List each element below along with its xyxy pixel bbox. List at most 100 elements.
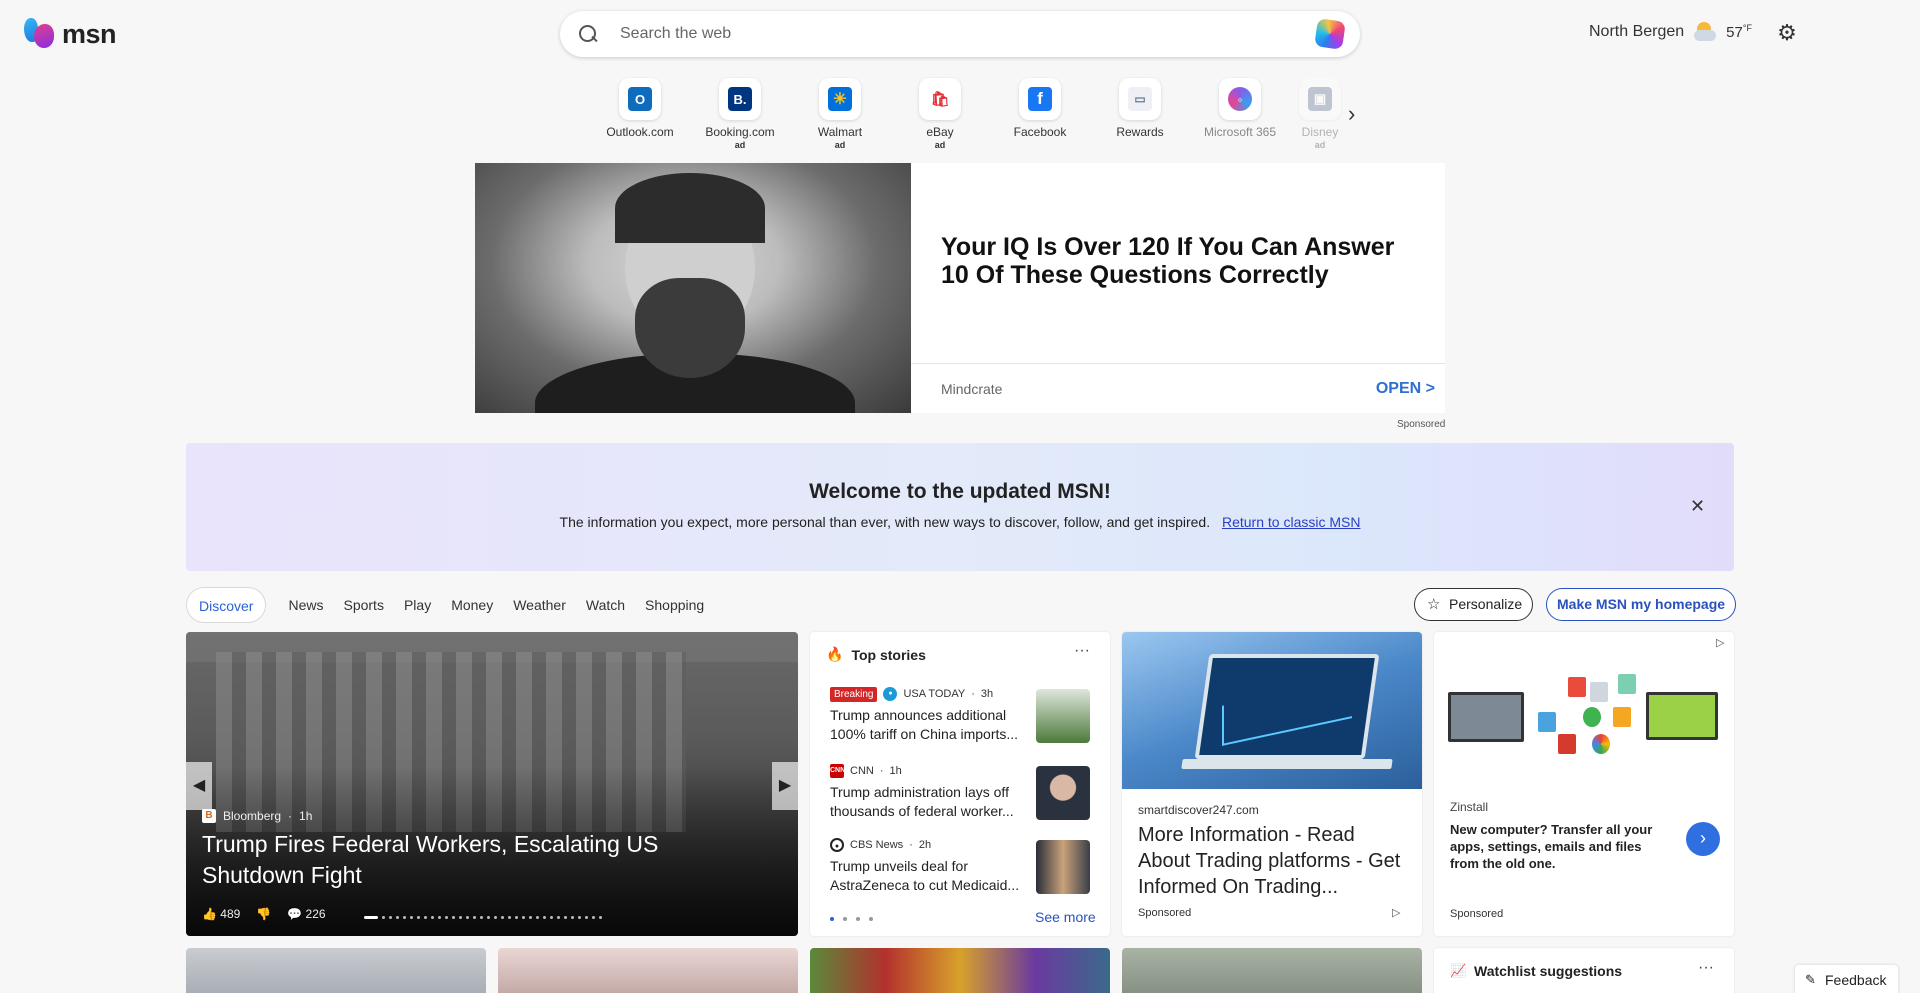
feedback-button[interactable]: ✎ Feedback bbox=[1795, 965, 1899, 993]
outlook-icon: O bbox=[628, 87, 652, 111]
story-thumbnail bbox=[1036, 766, 1090, 820]
search-input[interactable] bbox=[620, 25, 1316, 43]
adchoices-icon[interactable]: ▷ bbox=[1392, 906, 1400, 919]
walmart-icon: ✳ bbox=[828, 87, 852, 111]
see-more-link[interactable]: See more bbox=[1035, 909, 1096, 925]
tab-news[interactable]: News bbox=[278, 587, 333, 623]
quicklink-rewards[interactable]: ▭ Rewards bbox=[1090, 78, 1190, 150]
cnn-logo-icon: CNN bbox=[830, 764, 845, 778]
ad-source: Mindcrate bbox=[941, 380, 1003, 397]
story-thumbnail bbox=[1036, 840, 1090, 894]
quicklinks-next-chevron-icon[interactable]: › bbox=[1348, 101, 1355, 127]
rewards-icon: ▭ bbox=[1128, 87, 1152, 111]
personalize-button[interactable]: ☆ Personalize bbox=[1414, 588, 1534, 621]
tab-money[interactable]: Money bbox=[441, 587, 503, 623]
quick-links: O Outlook.com B. Booking.com ad ✳ Walmar… bbox=[590, 78, 1350, 150]
story-page-indicators[interactable] bbox=[830, 917, 873, 921]
more-options-icon[interactable]: ··· bbox=[1698, 959, 1714, 977]
news-card-people[interactable] bbox=[1122, 948, 1422, 993]
comment-count: 226 bbox=[305, 907, 326, 921]
hero-reactions: 👍 489 👎 💬 226 bbox=[202, 907, 326, 921]
quicklink-label: Rewards bbox=[1116, 125, 1164, 139]
tab-weather[interactable]: Weather bbox=[503, 587, 576, 623]
welcome-text: The information you expect, more persona… bbox=[186, 514, 1734, 530]
bloomberg-logo-icon: B bbox=[202, 809, 216, 823]
news-card-city[interactable] bbox=[186, 948, 486, 993]
feedback-icon: ✎ bbox=[1805, 972, 1816, 987]
story-title: Trump administration lays off thousands … bbox=[830, 784, 1014, 819]
ad-open-button[interactable]: OPEN > bbox=[1376, 380, 1435, 398]
quicklink-label: Outlook.com bbox=[606, 125, 674, 139]
quicklink-label: eBay bbox=[926, 125, 954, 139]
story-source: CNN bbox=[850, 765, 874, 777]
carousel-next-icon[interactable]: ▶ bbox=[772, 762, 798, 810]
file-transfer-image bbox=[1448, 672, 1720, 772]
top-stories-card: 🔥 Top stories ··· Breaking ● USA TODAY ·… bbox=[810, 632, 1110, 936]
story-item[interactable]: Breaking ● USA TODAY · 3h Trump announce… bbox=[830, 685, 1100, 755]
like-count: 489 bbox=[220, 907, 241, 921]
disney-icon: ▣ bbox=[1308, 87, 1332, 111]
sponsored-label: Sponsored bbox=[1450, 908, 1504, 920]
quicklink-label: Walmart bbox=[817, 125, 863, 139]
booking-icon: B. bbox=[728, 87, 752, 111]
sponsored-label: Sponsored bbox=[1138, 907, 1192, 919]
story-source: CBS News bbox=[850, 839, 904, 851]
ad-text: New computer? Transfer all your apps, se… bbox=[1450, 822, 1653, 871]
weather-widget[interactable]: North Bergen 57°F bbox=[1589, 20, 1752, 44]
quicklink-ebay[interactable]: 🛍 eBay ad bbox=[890, 78, 990, 150]
sponsored-trading-card[interactable]: smartdiscover247.com More Information - … bbox=[1122, 632, 1422, 936]
laptop-chart-image bbox=[1122, 632, 1422, 789]
like-button[interactable]: 👍 489 bbox=[202, 907, 240, 921]
story-item[interactable]: ● CBS News · 2h Trump unveils deal for A… bbox=[830, 836, 1100, 906]
ad-title: More Information - Read About Trading pl… bbox=[1138, 824, 1401, 898]
facebook-icon: f bbox=[1028, 87, 1052, 111]
quicklink-facebook[interactable]: f Facebook bbox=[990, 78, 1090, 150]
tab-play[interactable]: Play bbox=[394, 587, 441, 623]
comments-button[interactable]: 💬 226 bbox=[287, 907, 325, 921]
close-icon[interactable]: ✕ bbox=[1690, 496, 1705, 517]
story-item[interactable]: CNN CNN · 1h Trump administration lays o… bbox=[830, 762, 1100, 832]
sponsored-zinstall-card[interactable]: ▷ Zinstall New computer? Transfer all yo… bbox=[1434, 632, 1734, 936]
carousel-prev-icon[interactable]: ◀ bbox=[186, 762, 212, 810]
tab-watch[interactable]: Watch bbox=[576, 587, 635, 623]
ad-sponsored-label: Sponsored bbox=[1397, 419, 1446, 430]
chevron-right-icon[interactable]: › bbox=[1686, 822, 1720, 856]
more-options-icon[interactable]: ··· bbox=[1074, 642, 1090, 660]
quicklink-label: Facebook bbox=[1013, 125, 1067, 139]
return-classic-link[interactable]: Return to classic MSN bbox=[1222, 514, 1360, 530]
dislike-icon[interactable]: 👎 bbox=[256, 907, 271, 921]
news-card-fashion[interactable] bbox=[498, 948, 798, 993]
partly-cloudy-icon bbox=[1692, 20, 1718, 44]
msn-logo[interactable]: msn bbox=[24, 18, 117, 50]
dot-separator: · bbox=[288, 809, 293, 823]
breaking-badge: Breaking bbox=[830, 686, 878, 702]
make-homepage-button[interactable]: Make MSN my homepage bbox=[1546, 588, 1737, 621]
quicklink-disney[interactable]: ▣ Disney ad bbox=[1290, 78, 1350, 150]
quicklink-outlook[interactable]: O Outlook.com bbox=[590, 78, 690, 150]
microsoft365-icon: ◦ bbox=[1228, 87, 1252, 111]
adchoices-icon[interactable]: ▷ bbox=[1716, 636, 1724, 649]
settings-gear-icon[interactable]: ⚙ bbox=[1776, 22, 1798, 44]
tab-shopping[interactable]: Shopping bbox=[635, 587, 714, 623]
welcome-banner: Welcome to the updated MSN! The informat… bbox=[186, 443, 1734, 571]
carousel-indicators[interactable] bbox=[364, 916, 602, 919]
story-age: 3h bbox=[980, 688, 994, 700]
news-card-games[interactable] bbox=[810, 948, 1110, 993]
story-age: 2h bbox=[918, 839, 932, 851]
ad-banner[interactable]: Your IQ Is Over 120 If You Can Answer 10… bbox=[475, 163, 1445, 413]
temperature: 57°F bbox=[1726, 23, 1752, 41]
welcome-title: Welcome to the updated MSN! bbox=[809, 480, 1111, 503]
quicklink-booking[interactable]: B. Booking.com ad bbox=[690, 78, 790, 150]
flame-icon: 🔥 bbox=[826, 646, 844, 662]
search-bar[interactable] bbox=[560, 11, 1360, 57]
hero-news-card[interactable]: ◀ ▶ B Bloomberg · 1h Trump Fires Federal… bbox=[186, 632, 798, 936]
quicklink-microsoft365[interactable]: ◦ Microsoft 365 bbox=[1190, 78, 1290, 150]
ad-portrait-image bbox=[475, 163, 911, 413]
tab-sports[interactable]: Sports bbox=[333, 587, 393, 623]
copilot-icon[interactable] bbox=[1314, 18, 1346, 50]
quicklink-walmart[interactable]: ✳ Walmart ad bbox=[790, 78, 890, 150]
hero-headline[interactable]: Trump Fires Federal Workers, Escalating … bbox=[202, 829, 762, 891]
tab-discover[interactable]: Discover bbox=[186, 587, 267, 623]
hero-age: 1h bbox=[299, 809, 313, 823]
quicklink-label: Booking.com bbox=[705, 125, 775, 139]
